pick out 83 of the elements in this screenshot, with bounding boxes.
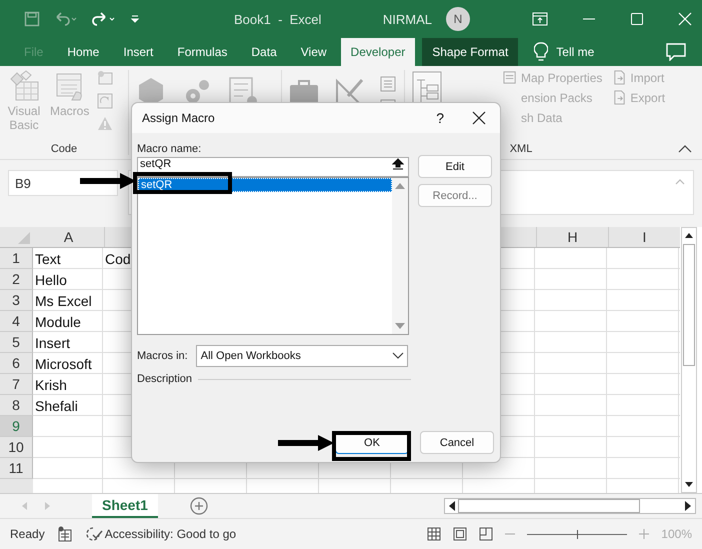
scroll-thumb[interactable] [458,499,640,513]
dialog-button[interactable]: Cancel [420,431,494,454]
page-layout-icon[interactable] [453,527,468,541]
window-title: Book1 - Excel [234,12,322,26]
macro-list-item[interactable]: setQR [138,178,392,192]
customize-icon[interactable] [130,14,140,24]
ribbon-display-icon[interactable] [532,12,548,26]
avatar[interactable]: N [446,7,470,31]
macro-recording-icon[interactable] [56,526,73,542]
row-header[interactable]: 6 [0,353,33,374]
table-cell-text: Microsoft [34,354,93,374]
row-header[interactable]: 9 [0,416,33,437]
close-icon[interactable] [472,111,486,125]
table-cell-text: Ms Excel [34,292,93,310]
table-cell-text: Insert [34,334,72,352]
row-header[interactable]: 2 [0,269,33,290]
ribbon-tab[interactable]: Developer [340,38,416,66]
lightbulb-icon[interactable] [534,42,548,62]
table-cell-text: Cod [104,250,132,268]
help-button[interactable]: ? [436,110,444,126]
scroll-thumb[interactable] [683,244,695,366]
normal-view-icon[interactable] [427,527,442,541]
group-label: Code [50,143,78,155]
ribbon-tab[interactable]: Data [241,38,287,66]
document-icon [612,90,628,105]
redo-icon[interactable] [92,11,116,27]
visual-basic-icon [8,70,40,102]
maximize-icon[interactable] [630,12,644,26]
ribbon-tab[interactable]: Home [57,38,110,66]
save-icon[interactable] [24,11,40,27]
document-icon [612,70,628,85]
status-text: Ready [10,527,45,541]
macro-name-field[interactable]: setQR [137,157,409,177]
ribbon-tab[interactable]: Shape Format [422,38,518,66]
upload-icon[interactable] [392,158,404,170]
dialog-title: Assign Macro [142,111,215,125]
row-header[interactable]: 5 [0,332,33,353]
scroll-left-icon[interactable] [449,501,455,511]
collapse-ribbon-icon[interactable] [678,145,692,153]
row-header[interactable]: 11 [0,458,33,479]
field-label: Macros in: [137,350,188,362]
column-header[interactable]: A [33,227,105,247]
user-name: NIRMAL [382,12,432,26]
name-box[interactable]: B9 [8,170,118,196]
table-cell-text: Text [34,250,62,268]
accessibility-icon[interactable] [84,526,103,542]
chevron-down-icon[interactable] [392,352,404,360]
tell-me-search[interactable]: Tell me [556,45,594,59]
ribbon-tab[interactable]: Insert [113,38,164,66]
table-cell-text: Krish [34,376,68,394]
row-header[interactable]: 7 [0,374,33,395]
row-header[interactable]: 3 [0,290,33,311]
macros-in-dropdown[interactable]: All Open Workbooks [196,345,408,367]
row-header[interactable]: 1 [0,248,33,269]
scroll-down-icon[interactable] [684,482,694,488]
properties-icon [380,76,396,92]
row-header[interactable]: 8 [0,395,33,416]
comments-icon[interactable] [666,43,686,61]
add-sheet-icon[interactable] [190,497,208,515]
sheet-tab[interactable]: Sheet1 [92,494,158,519]
xml-command-icon [503,70,518,85]
macro-list[interactable]: setQR [137,177,409,335]
annotation-arrow [80,173,136,189]
table-cell-text: Hello [34,270,68,290]
column-header[interactable]: H [537,227,609,247]
page-break-icon[interactable] [479,527,494,541]
row-header[interactable]: 4 [0,311,33,332]
field-label: Macro name: [137,143,202,155]
row-header[interactable]: 10 [0,437,33,458]
group-label: XML [510,143,532,155]
table-cell-text: Module [34,312,82,332]
description-label: Description [137,373,192,385]
dialog-button[interactable]: Edit [418,155,492,178]
ribbon-tab[interactable]: Formulas [167,38,238,66]
horizontal-scrollbar[interactable] [444,498,696,514]
vertical-scrollbar[interactable] [681,227,697,493]
scroll-right-icon[interactable] [685,501,691,511]
accessibility-status[interactable]: Accessibility: Good to go [104,527,236,541]
table-cell-text: Shefali [34,396,79,416]
undo-icon[interactable] [54,11,78,27]
annotation-arrow [278,435,334,451]
ribbon-tab[interactable]: View [290,38,337,66]
scroll-up-icon[interactable] [684,232,694,238]
